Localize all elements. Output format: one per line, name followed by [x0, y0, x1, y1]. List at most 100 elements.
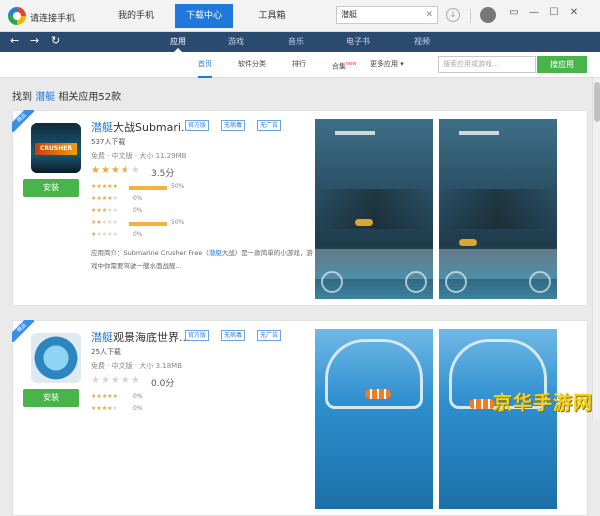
tab-games[interactable]: 游戏 [228, 32, 244, 52]
install-button[interactable]: 安装 [23, 389, 79, 407]
rating-summary: ★★★★★ 0.0分 [91, 375, 174, 389]
rating-summary: ★★★★★ 3.5分 [91, 165, 174, 179]
maximize-button[interactable]: ☐ [546, 7, 562, 18]
rating-percent: 50% [171, 183, 185, 190]
screenshot-1[interactable] [315, 119, 433, 299]
results-suffix: 相关应用52款 [58, 92, 122, 103]
clear-search-icon[interactable]: ✕ [425, 7, 433, 23]
ad-free-badge: 无广告 [257, 330, 282, 341]
virus-free-badge: 无病毒 [221, 330, 246, 341]
sub-nav: 首页 软件分类 排行 合集new 更多应用 ▾ 搜索应用或游戏... 搜应用 [0, 52, 600, 78]
score-value: 0.0分 [151, 379, 175, 389]
app-title-rest: 大战Submari... [113, 121, 192, 134]
three-star-icon: ★★★★★ [91, 207, 118, 214]
rating-percent: 0% [133, 405, 143, 412]
rating-breakdown-row: ★★★★★ 0% [91, 231, 181, 241]
top-nav: 我的手机 下载中心 工具箱 [107, 4, 311, 28]
app-card[interactable]: 精品 CRUSHER 安装 潜艇大战Submari... 官方版 无病毒 无广告… [12, 110, 588, 306]
rating-breakdown-row: ★★★★★ 50% [91, 219, 185, 229]
rating-percent: 0% [133, 393, 143, 400]
rating-percent: 0% [133, 195, 143, 202]
connect-phone-label[interactable]: 请连接手机 [30, 11, 75, 24]
rating-bar [129, 186, 167, 190]
app-meta: 免费 · 中文版 · 大小 11.29MB [91, 152, 187, 160]
category-bar: ← → ↻ 应用 游戏 音乐 电子书 视频 [0, 32, 600, 52]
tab-music[interactable]: 音乐 [288, 32, 304, 52]
subnav-collections-label: 合集 [332, 62, 346, 71]
app-title-keyword: 潜艇 [91, 331, 113, 344]
top-nav-toolbox[interactable]: 工具箱 [243, 4, 301, 28]
app-description: 应用简介：Submarine Crusher Free（潜艇大战）是一款简单的小… [91, 249, 313, 270]
rating-percent: 0% [133, 207, 143, 214]
rating-breakdown-row: ★★★★★ 0% [91, 195, 181, 205]
download-count: 25人下载 [91, 348, 121, 356]
title-search-input[interactable]: 潜艇 ✕ [336, 6, 438, 24]
score-value: 3.5分 [151, 169, 175, 179]
app-logo-icon [8, 7, 26, 25]
subnav-categories[interactable]: 软件分类 [238, 52, 266, 76]
official-badge: 官方版 [185, 120, 210, 131]
ad-free-badge: 无广告 [257, 120, 282, 131]
screenshot-1[interactable] [315, 329, 433, 509]
rating-percent: 0% [133, 231, 143, 238]
star-rating-icon: ★★★★★ [91, 165, 141, 176]
app-search-input[interactable]: 搜索应用或游戏... [438, 56, 536, 73]
scroll-thumb[interactable] [594, 82, 600, 122]
minimize-button[interactable]: — [526, 7, 542, 18]
title-search-value: 潜艇 [341, 10, 357, 19]
tab-videos[interactable]: 视频 [414, 32, 430, 52]
app-card[interactable]: 精品 安装 潜艇观景海底世界... 官方版 无病毒 无广告 25人下载 免费 ·… [12, 320, 588, 516]
app-title[interactable]: 潜艇观景海底世界... [91, 329, 190, 345]
one-star-icon: ★★★★★ [91, 231, 118, 238]
app-icon[interactable] [31, 333, 81, 383]
divider [470, 9, 471, 23]
scrollbar[interactable] [592, 78, 600, 420]
subnav-ranking[interactable]: 排行 [292, 52, 306, 76]
results-prefix: 找到 [12, 92, 32, 103]
results-summary: 找到 潜艇 相关应用52款 [12, 88, 121, 103]
app-icon[interactable]: CRUSHER [31, 123, 81, 173]
screenshot-2[interactable] [439, 329, 557, 509]
subnav-collections[interactable]: 合集new [332, 52, 356, 78]
rating-breakdown-row: ★★★★★ 50% [91, 183, 185, 193]
top-nav-my-phone[interactable]: 我的手机 [107, 4, 165, 28]
install-button[interactable]: 安装 [23, 179, 79, 197]
icon-label: CRUSHER [35, 143, 77, 155]
tab-apps[interactable]: 应用 [170, 32, 186, 52]
tab-ebooks[interactable]: 电子书 [346, 32, 370, 52]
user-avatar-icon[interactable] [480, 7, 496, 23]
rating-bar [129, 222, 167, 226]
site-watermark: 京华手游网 [493, 392, 594, 414]
four-star-icon: ★★★★★ [91, 405, 118, 412]
download-count: 537人下载 [91, 138, 126, 146]
two-star-icon: ★★★★★ [91, 219, 118, 226]
five-star-icon: ★★★★★ [91, 183, 118, 190]
close-button[interactable]: ✕ [566, 7, 582, 18]
back-arrow-icon[interactable]: ← [10, 34, 19, 47]
new-badge: new [346, 61, 357, 67]
subnav-home[interactable]: 首页 [198, 52, 212, 78]
results-keyword: 潜艇 [35, 92, 56, 103]
top-nav-download-center[interactable]: 下载中心 [175, 4, 233, 28]
forward-arrow-icon[interactable]: → [30, 34, 39, 47]
title-bar: 请连接手机 我的手机 下载中心 工具箱 潜艇 ✕ ↓ ▭ — ☐ ✕ [0, 0, 600, 32]
screenshot-2[interactable] [439, 119, 557, 299]
four-star-icon: ★★★★★ [91, 195, 118, 202]
app-meta: 免费 · 中文版 · 大小 3.18MB [91, 362, 183, 370]
app-title[interactable]: 潜艇大战Submari... [91, 119, 191, 135]
app-title-keyword: 潜艇 [91, 121, 113, 134]
search-apps-button[interactable]: 搜应用 [537, 56, 587, 73]
rating-percent: 50% [171, 219, 185, 226]
subnav-more-apps[interactable]: 更多应用 ▾ [370, 52, 404, 76]
download-icon[interactable]: ↓ [446, 8, 460, 22]
official-badge: 官方版 [185, 330, 210, 341]
five-star-icon: ★★★★★ [91, 393, 118, 400]
star-rating-icon: ★★★★★ [91, 375, 141, 386]
rating-breakdown-row: ★★★★★ 0% [91, 393, 181, 403]
refresh-icon[interactable]: ↻ [51, 34, 60, 47]
rating-breakdown-row: ★★★★★ 0% [91, 207, 181, 217]
feedback-icon[interactable]: ▭ [506, 7, 522, 18]
virus-free-badge: 无病毒 [221, 120, 246, 131]
rating-breakdown-row: ★★★★★ 0% [91, 405, 181, 415]
results-area: 找到 潜艇 相关应用52款 精品 CRUSHER 安装 潜艇大战Submari.… [0, 78, 592, 516]
